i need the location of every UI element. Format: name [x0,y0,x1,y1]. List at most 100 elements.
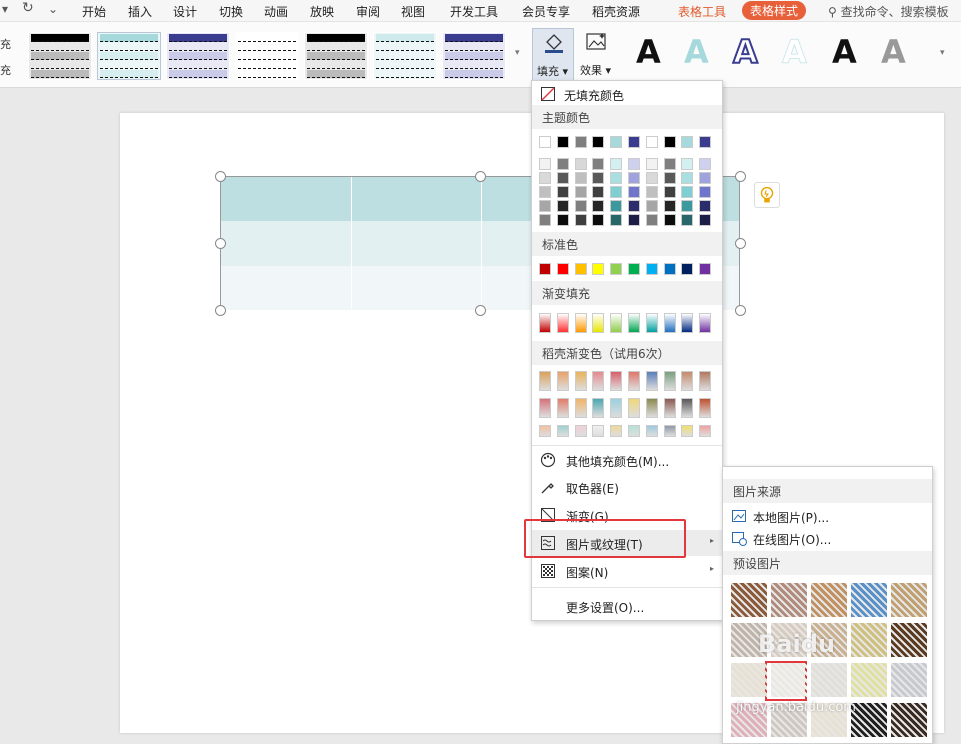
table-style-thumb[interactable] [166,32,230,80]
color-swatch[interactable] [681,186,694,198]
color-swatch[interactable] [645,172,658,184]
color-swatch[interactable] [574,136,587,148]
color-swatch[interactable] [574,186,587,198]
preset-texture[interactable] [811,583,847,617]
tab-animation[interactable]: 动画 [264,3,288,20]
gradient-swatch[interactable] [574,313,587,333]
color-swatch[interactable] [628,200,640,212]
preset-texture[interactable] [851,623,887,657]
docer-gradient-swatch[interactable] [610,371,623,391]
tab-home[interactable]: 开始 [82,3,106,20]
color-swatch[interactable] [681,136,694,148]
docer-gradient-swatch[interactable] [681,371,694,391]
resize-handle[interactable] [215,171,226,182]
color-swatch[interactable] [699,263,712,275]
preset-texture[interactable] [891,583,927,617]
color-swatch[interactable] [539,263,551,275]
table-style-thumb[interactable] [97,32,161,80]
color-swatch[interactable] [556,186,569,198]
color-swatch[interactable] [574,263,587,275]
quick-access-chevron-icon[interactable]: ⌄ [48,2,58,16]
gradient-swatch[interactable] [663,313,676,333]
tab-insert[interactable]: 插入 [128,3,152,20]
color-swatch[interactable] [663,186,676,198]
color-swatch[interactable] [539,136,551,148]
eyedropper-item[interactable]: 取色器(E) [532,476,722,498]
color-swatch[interactable] [610,263,623,275]
color-swatch[interactable] [574,214,587,226]
color-swatch[interactable] [574,200,587,212]
resize-handle[interactable] [475,171,486,182]
table-style-thumb[interactable] [235,32,299,80]
text-art-style[interactable]: A [636,32,661,72]
color-swatch[interactable] [699,172,712,184]
more-settings-item[interactable]: 更多设置(O)... [532,595,722,617]
color-swatch[interactable] [663,214,676,226]
gradient-swatch[interactable] [556,313,569,333]
color-swatch[interactable] [681,158,694,170]
tab-transition[interactable]: 切换 [219,3,243,20]
color-swatch[interactable] [556,158,569,170]
gradient-swatch[interactable] [592,313,605,333]
preset-texture[interactable] [891,623,927,657]
gradient-swatch[interactable] [539,313,551,333]
color-swatch[interactable] [556,172,569,184]
color-swatch[interactable] [574,172,587,184]
color-swatch[interactable] [628,186,640,198]
color-swatch[interactable] [645,263,658,275]
docer-gradient-swatch[interactable] [539,371,551,391]
color-swatch[interactable] [663,136,676,148]
color-swatch[interactable] [699,136,712,148]
tab-member[interactable]: 会员专享 [522,3,570,20]
color-swatch[interactable] [592,172,605,184]
docer-gradient-swatch[interactable] [628,425,640,437]
docer-gradient-swatch[interactable] [645,398,658,418]
color-swatch[interactable] [539,172,551,184]
table-style-thumb[interactable] [373,32,437,80]
color-swatch[interactable] [699,214,712,226]
color-swatch[interactable] [539,214,551,226]
color-swatch[interactable] [539,186,551,198]
resize-handle[interactable] [215,238,226,249]
docer-gradient-swatch[interactable] [539,398,551,418]
resize-handle[interactable] [735,238,746,249]
color-swatch[interactable] [592,136,605,148]
color-swatch[interactable] [628,136,640,148]
gradient-swatch[interactable] [681,313,694,333]
color-swatch[interactable] [663,200,676,212]
docer-gradient-swatch[interactable] [574,425,587,437]
color-swatch[interactable] [681,214,694,226]
docer-gradient-swatch[interactable] [556,398,569,418]
color-swatch[interactable] [592,263,605,275]
text-art-style[interactable]: A [881,32,906,72]
gradient-swatch[interactable] [610,313,623,333]
color-swatch[interactable] [628,263,640,275]
preset-texture[interactable] [851,703,887,737]
docer-gradient-swatch[interactable] [539,425,551,437]
docer-gradient-swatch[interactable] [699,398,712,418]
text-art-style[interactable]: A [684,32,709,72]
color-swatch[interactable] [610,158,623,170]
docer-gradient-swatch[interactable] [681,425,694,437]
docer-gradient-swatch[interactable] [592,425,605,437]
tab-developer[interactable]: 开发工具 [450,3,498,20]
color-swatch[interactable] [628,158,640,170]
style-gallery-scroll-icon[interactable]: ▾ [515,48,520,58]
table-style-thumb[interactable] [442,32,506,80]
color-swatch[interactable] [610,214,623,226]
docer-gradient-swatch[interactable] [592,371,605,391]
color-swatch[interactable] [645,186,658,198]
preset-texture[interactable] [891,663,927,697]
tab-slideshow[interactable]: 放映 [310,3,334,20]
color-swatch[interactable] [592,158,605,170]
table-style-thumb[interactable] [28,32,92,80]
color-swatch[interactable] [699,186,712,198]
color-swatch[interactable] [539,158,551,170]
color-swatch[interactable] [556,136,569,148]
dropdown-icon[interactable]: ▾ [2,2,8,16]
color-swatch[interactable] [556,200,569,212]
color-swatch[interactable] [628,214,640,226]
docer-gradient-swatch[interactable] [699,371,712,391]
docer-gradient-swatch[interactable] [645,425,658,437]
docer-gradient-swatch[interactable] [556,425,569,437]
